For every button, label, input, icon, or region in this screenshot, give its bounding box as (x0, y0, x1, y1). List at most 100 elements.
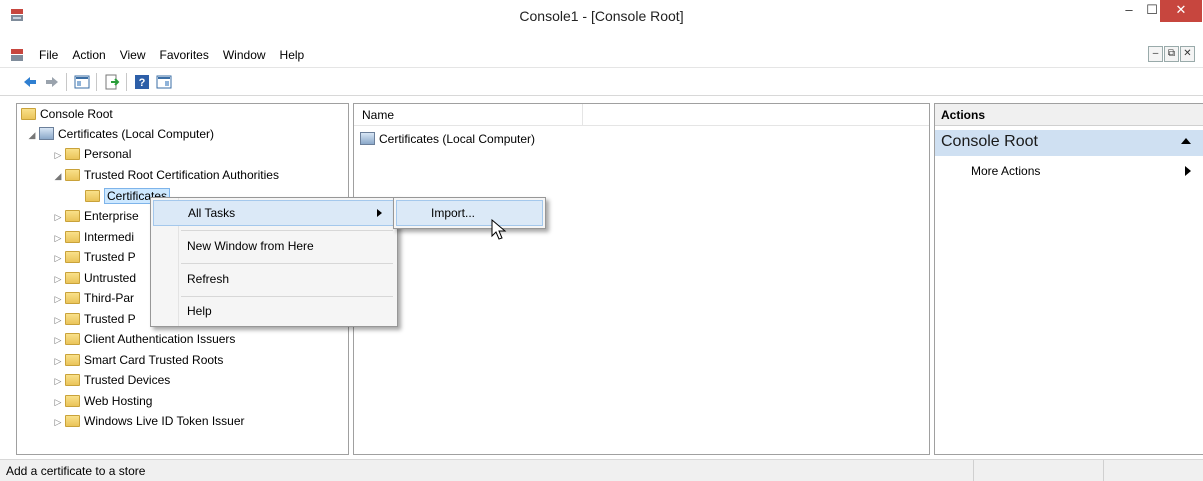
expand-arrow-icon[interactable]: ▷ (51, 310, 65, 330)
folder-icon (65, 169, 80, 181)
computer-certificate-icon (360, 132, 375, 145)
tree-item-trusted-publishers[interactable]: ▷ Trusted P (51, 247, 136, 267)
folder-icon (85, 190, 100, 202)
menu-item-help[interactable]: Help (153, 299, 395, 325)
mdi-controls: – ⧉ ✕ (1148, 46, 1195, 62)
menu-help[interactable]: Help (273, 48, 312, 62)
tree-item-intermediate[interactable]: ▷ Intermedi (51, 227, 135, 248)
tree-item-untrusted[interactable]: ▷ Untrusted (51, 268, 137, 289)
tree-item-client-auth-issuers[interactable]: ▷ Client Authentication Issuers (51, 329, 236, 350)
folder-icon (65, 148, 80, 160)
expand-arrow-icon[interactable]: ▷ (51, 392, 65, 412)
collapse-arrow-icon[interactable]: ◢ (51, 166, 65, 186)
expand-arrow-icon[interactable]: ▷ (51, 228, 65, 248)
menu-action[interactable]: Action (65, 48, 112, 62)
expand-arrow-icon[interactable]: ▷ (51, 289, 65, 309)
tree-item-trusted-people[interactable]: ▷ Trusted P (51, 309, 136, 329)
expand-arrow-icon[interactable]: ▷ (51, 207, 65, 227)
menu-item-new-window[interactable]: New Window from Here (153, 234, 395, 260)
tree-item-trusted-root-ca[interactable]: ◢ Trusted Root Certification Authorities (51, 165, 279, 185)
toolbar-separator (66, 73, 67, 91)
menu-separator (181, 230, 393, 231)
folder-icon (65, 272, 80, 284)
folder-icon (65, 292, 80, 304)
folder-icon (65, 251, 80, 263)
folder-icon (21, 108, 36, 120)
tree-item-personal[interactable]: ▷ Personal (51, 144, 132, 165)
expand-arrow-icon[interactable]: ▷ (51, 351, 65, 371)
folder-icon (65, 415, 80, 427)
tree-item-windows-live-id[interactable]: ▷ Windows Live ID Token Issuer (51, 411, 245, 431)
submenu-arrow-icon (377, 209, 382, 217)
collapse-arrow-icon[interactable]: ◢ (25, 125, 39, 145)
show-hide-tree-icon[interactable] (74, 74, 90, 90)
toolbar-separator (96, 73, 97, 91)
list-header: Name (354, 104, 929, 126)
status-divider (1103, 460, 1104, 481)
menu-file[interactable]: File (32, 48, 65, 62)
mdi-close-button[interactable]: ✕ (1180, 46, 1195, 62)
menu-view[interactable]: View (113, 48, 153, 62)
menu-separator (181, 296, 393, 297)
folder-icon (65, 354, 80, 366)
folder-icon (65, 313, 80, 325)
expand-arrow-icon[interactable]: ▷ (51, 330, 65, 350)
status-divider (973, 460, 974, 481)
menu-item-all-tasks[interactable]: All Tasks (153, 200, 395, 226)
result-pane[interactable]: Name Certificates (Local Computer) (353, 103, 930, 455)
back-icon[interactable] (22, 74, 38, 90)
tree-item-certificates-local-computer[interactable]: ◢ Certificates (Local Computer) (25, 124, 214, 144)
collapse-up-icon[interactable] (1181, 138, 1191, 144)
context-menu: All Tasks New Window from Here Refresh H… (150, 197, 398, 327)
status-bar: Add a certificate to a store (0, 459, 1203, 481)
column-divider[interactable] (582, 104, 583, 126)
folder-icon (65, 210, 80, 222)
folder-icon (65, 374, 80, 386)
close-button[interactable]: ✕ (1160, 0, 1202, 22)
window-title: Console1 - [Console Root] (519, 8, 684, 24)
list-item-label: Certificates (Local Computer) (379, 132, 536, 146)
forward-icon[interactable] (44, 74, 60, 90)
expand-arrow-icon[interactable]: ▷ (51, 248, 65, 268)
submenu-all-tasks: Import... (393, 197, 546, 229)
computer-certificate-icon (39, 127, 54, 140)
tree-item-console-root[interactable]: Console Root (21, 104, 113, 124)
menu-favorites[interactable]: Favorites (153, 48, 216, 62)
actions-section-label: Console Root (941, 133, 1038, 150)
tree-item-trusted-devices[interactable]: ▷ Trusted Devices (51, 370, 171, 391)
menu-item-import[interactable]: Import... (396, 200, 543, 226)
tree-item-web-hosting[interactable]: ▷ Web Hosting (51, 391, 153, 412)
actions-section-console-root[interactable]: Console Root (935, 130, 1203, 156)
tree-item-smart-card-roots[interactable]: ▷ Smart Card Trusted Roots (51, 350, 224, 371)
actions-header: Actions (935, 104, 1203, 126)
menu-separator (181, 263, 393, 264)
submenu-arrow-icon (1185, 166, 1191, 176)
mdi-restore-button[interactable]: ⧉ (1164, 46, 1179, 62)
menu-item-refresh[interactable]: Refresh (153, 267, 395, 293)
status-text: Add a certificate to a store (6, 464, 146, 478)
folder-icon (65, 231, 80, 243)
export-list-icon[interactable] (104, 74, 120, 90)
console-menu-icon[interactable] (10, 48, 24, 62)
expand-arrow-icon[interactable]: ▷ (51, 412, 65, 432)
menu-list: File Action View Favorites Window Help (32, 48, 311, 62)
column-header-name[interactable]: Name (362, 108, 394, 122)
svg-text:?: ? (139, 77, 146, 89)
show-hide-action-pane-icon[interactable] (156, 74, 172, 90)
menu-window[interactable]: Window (216, 48, 273, 62)
tree-item-enterprise[interactable]: ▷ Enterprise (51, 206, 139, 226)
menu-bar: File Action View Favorites Window Help –… (0, 42, 1203, 68)
expand-arrow-icon[interactable]: ▷ (51, 269, 65, 289)
mdi-minimize-button[interactable]: – (1148, 46, 1163, 62)
expand-arrow-icon[interactable]: ▷ (51, 145, 65, 165)
toolbar-separator (126, 73, 127, 91)
mouse-cursor-icon (491, 219, 507, 240)
expand-arrow-icon[interactable]: ▷ (51, 371, 65, 391)
actions-pane: Actions Console Root More Actions (934, 103, 1203, 455)
list-item[interactable]: Certificates (Local Computer) (360, 132, 535, 146)
help-icon[interactable]: ? (134, 74, 150, 90)
folder-icon (65, 395, 80, 407)
more-actions-item[interactable]: More Actions (971, 164, 1040, 178)
tree-item-third-party[interactable]: ▷ Third-Par (51, 288, 134, 308)
title-bar: Console1 - [Console Root] – ☐ ✕ (0, 0, 1203, 40)
